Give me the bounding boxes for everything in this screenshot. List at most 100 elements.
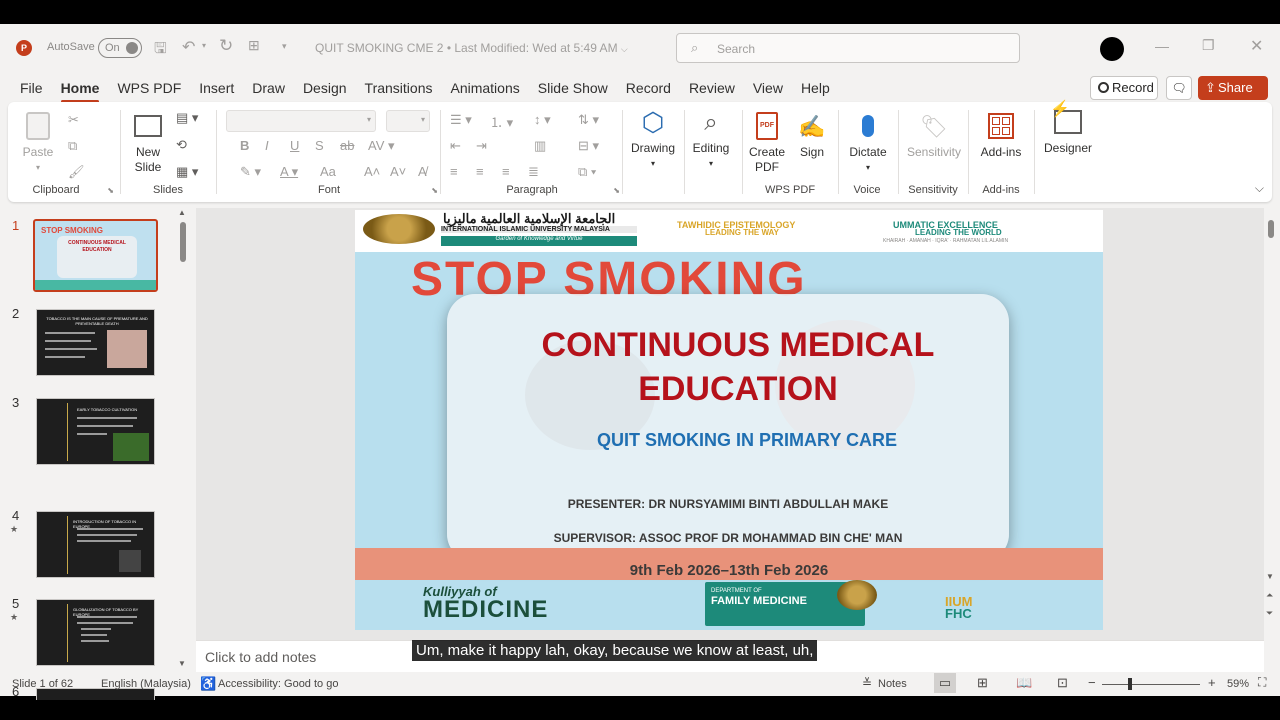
document-title[interactable]: QUIT SMOKING CME 2 • Last Modified: Wed …: [315, 41, 628, 55]
reading-view-icon[interactable]: 📖: [1016, 675, 1032, 691]
slide-sorter-icon[interactable]: ⊞: [977, 675, 988, 691]
dialog-launcher-icon[interactable]: ⬊: [431, 186, 438, 195]
slideshow-icon[interactable]: ⊡: [1057, 675, 1068, 691]
undo-dropdown-icon[interactable]: ▾: [202, 41, 206, 50]
zoom-slider[interactable]: [1102, 678, 1200, 690]
menu-animations[interactable]: Animations: [441, 76, 528, 100]
slide-1[interactable]: الجامعة الإسلامية العالمية ماليزيا INTER…: [355, 210, 1103, 630]
reset-icon[interactable]: ⟲: [176, 137, 187, 153]
create-pdf-button[interactable]: PDF Create PDF: [748, 110, 786, 175]
slide-thumbnail-5[interactable]: GLOBALIZATION OF TOBACCO BY EUROPE: [36, 599, 155, 666]
scroll-up-icon[interactable]: ▲: [178, 208, 186, 217]
save-icon[interactable]: 🖫: [154, 38, 167, 63]
cut-icon[interactable]: ✂: [68, 112, 79, 128]
menu-draw[interactable]: Draw: [243, 76, 294, 100]
format-painter-icon[interactable]: 🖌: [68, 164, 85, 180]
menu-help[interactable]: Help: [792, 76, 839, 100]
slide-thumbnail-2[interactable]: TOBACCO IS THE MAIN CAUSE OF PREMATURE A…: [36, 309, 155, 376]
char-spacing-icon[interactable]: AV ▾: [368, 138, 395, 154]
autosave-toggle[interactable]: On: [98, 38, 142, 58]
font-color-icon[interactable]: A ▾: [280, 164, 298, 180]
menu-insert[interactable]: Insert: [190, 76, 243, 100]
layout-icon[interactable]: ▤ ▾: [176, 110, 198, 126]
section-icon[interactable]: ▦ ▾: [176, 164, 198, 180]
scroll-down-icon[interactable]: ▼: [1266, 572, 1274, 581]
zoom-level[interactable]: 59%: [1227, 678, 1249, 690]
menu-wps-pdf[interactable]: WPS PDF: [108, 76, 190, 100]
scroll-thumb[interactable]: [1268, 220, 1274, 238]
search-box[interactable]: ⌕ Search: [676, 33, 1020, 63]
font-name-dropdown[interactable]: ▾: [226, 110, 376, 132]
increase-indent-icon[interactable]: ⇥: [476, 138, 487, 154]
notes-placeholder[interactable]: Click to add notes: [205, 649, 316, 665]
slide-scrollbar[interactable]: ▼ ⏶ ⏷: [1266, 214, 1276, 634]
accessibility-status[interactable]: Accessibility: Good to go: [218, 678, 338, 690]
language-indicator[interactable]: English (Malaysia): [101, 678, 191, 690]
maximize-icon[interactable]: ❐: [1202, 37, 1215, 54]
thumbnail-scrollbar[interactable]: ▲ ▼: [178, 208, 188, 672]
dialog-launcher-icon[interactable]: ⬊: [107, 186, 114, 195]
shrink-font-icon[interactable]: A˅: [390, 164, 406, 179]
menu-design[interactable]: Design: [294, 76, 356, 100]
zoom-slider-thumb[interactable]: [1128, 678, 1132, 690]
dialog-launcher-icon[interactable]: ⬊: [613, 186, 620, 195]
slide-counter[interactable]: Slide 1 of 62: [12, 678, 73, 690]
record-button[interactable]: Record: [1090, 76, 1158, 100]
dictate-button[interactable]: Dictate ▾: [846, 110, 890, 175]
minimize-icon[interactable]: —: [1155, 38, 1169, 54]
menu-slide-show[interactable]: Slide Show: [529, 76, 617, 100]
text-direction-icon[interactable]: ⇅ ▾: [578, 112, 599, 128]
menu-file[interactable]: File: [11, 76, 52, 100]
bold-button[interactable]: B: [240, 138, 249, 153]
menu-transitions[interactable]: Transitions: [356, 76, 442, 100]
sign-button[interactable]: ✍ Sign: [794, 110, 830, 160]
sensitivity-button[interactable]: 🏷 Sensitivity: [904, 110, 964, 160]
slide-thumbnail-3[interactable]: EARLY TOBACCO CULTIVATION: [36, 398, 155, 465]
close-icon[interactable]: ✕: [1250, 36, 1263, 56]
align-center-icon[interactable]: ≡: [476, 164, 484, 179]
previous-slide-icon[interactable]: ⏶: [1266, 590, 1273, 601]
align-right-icon[interactable]: ≡: [502, 164, 510, 179]
zoom-in-icon[interactable]: +: [1208, 675, 1216, 690]
present-icon[interactable]: ⊞: [248, 37, 260, 54]
paste-button[interactable]: Paste ▾: [22, 110, 54, 175]
copy-icon[interactable]: ⧉: [68, 138, 77, 154]
columns-icon[interactable]: ▥: [534, 138, 546, 154]
font-size-dropdown[interactable]: ▾: [386, 110, 430, 132]
grow-font-icon[interactable]: A˄: [364, 164, 380, 179]
fit-to-window-icon[interactable]: ⛶: [1258, 675, 1266, 690]
share-button[interactable]: ⇪ Share: [1198, 76, 1268, 100]
notes-toggle[interactable]: Notes: [878, 678, 907, 690]
italic-button[interactable]: I: [265, 138, 269, 153]
justify-icon[interactable]: ≣: [528, 164, 539, 180]
underline-button[interactable]: U: [290, 138, 299, 153]
drawing-button[interactable]: ⬡ Drawing ▾: [628, 106, 678, 171]
align-left-icon[interactable]: ≡: [450, 164, 458, 179]
change-case-button[interactable]: Aa: [320, 164, 336, 179]
bullets-icon[interactable]: ☰ ▾: [450, 112, 472, 128]
strikethrough-icon[interactable]: ab: [340, 138, 354, 153]
clear-format-icon[interactable]: A̸: [418, 164, 427, 179]
numbering-icon[interactable]: ⒈ ▾: [490, 112, 513, 131]
scroll-down-icon[interactable]: ▼: [178, 659, 186, 668]
line-spacing-icon[interactable]: ↕ ▾: [534, 112, 551, 128]
undo-icon[interactable]: ↶: [182, 37, 195, 57]
collapse-ribbon-icon[interactable]: ⌵: [1255, 181, 1264, 196]
smartart-icon[interactable]: ⧉ ▾: [578, 164, 596, 180]
shadow-button[interactable]: S: [315, 138, 324, 153]
slide-thumbnail-1[interactable]: STOP SMOKING CONTINUOUS MEDICAL EDUCATIO…: [33, 219, 158, 292]
new-slide-button[interactable]: New Slide: [132, 110, 164, 175]
decrease-indent-icon[interactable]: ⇤: [450, 138, 461, 154]
menu-home[interactable]: Home: [52, 76, 109, 103]
menu-review[interactable]: Review: [680, 76, 744, 100]
highlight-icon[interactable]: ✎ ▾: [240, 164, 261, 180]
next-slide-icon[interactable]: ⏷: [1266, 608, 1273, 619]
zoom-out-icon[interactable]: −: [1088, 675, 1096, 690]
designer-button[interactable]: ⚡ Designer: [1040, 102, 1096, 156]
editing-button[interactable]: ⌕ Editing ▾: [686, 106, 736, 171]
normal-view-icon[interactable]: ▭: [934, 673, 956, 693]
align-text-icon[interactable]: ⊟ ▾: [578, 138, 599, 154]
avatar[interactable]: [1100, 37, 1124, 61]
slide-thumbnail-4[interactable]: INTRODUCTION OF TOBACCO IN EUROPE: [36, 511, 155, 578]
addins-button[interactable]: Add-ins: [978, 110, 1024, 160]
